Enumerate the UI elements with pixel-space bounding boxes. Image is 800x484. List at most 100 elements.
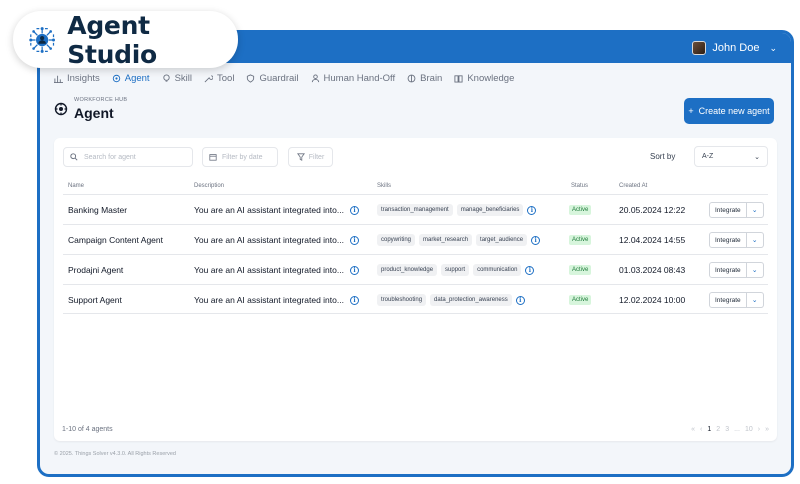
column-header-skills: Skills <box>377 183 392 189</box>
skill-chip: transaction_management <box>377 204 453 216</box>
nav-item-insights[interactable]: Insights <box>54 73 100 84</box>
integrate-button[interactable]: Integrate <box>709 292 747 308</box>
agent-icon <box>54 102 68 116</box>
brand-badge: Agent Studio <box>13 10 238 69</box>
table-toolbar: Search for agent Filter by date Filter S… <box>54 138 777 182</box>
nav-item-guardrail[interactable]: Guardrail <box>246 73 299 84</box>
info-icon[interactable]: i <box>349 205 359 215</box>
prev-page-icon[interactable]: ‹ <box>700 426 702 433</box>
page-number[interactable]: 10 <box>745 426 753 433</box>
breadcrumb: WORKFORCE HUB <box>74 97 128 103</box>
info-icon[interactable]: i <box>349 265 359 275</box>
description-text: You are an AI assistant integrated into.… <box>194 235 344 245</box>
nav-item-agent[interactable]: Agent <box>112 73 150 84</box>
user-menu[interactable]: John Doe ⌄ <box>692 41 777 55</box>
agent-description: You are an AI assistant integrated into.… <box>194 255 359 285</box>
nav-item-tool[interactable]: Tool <box>204 73 234 84</box>
status-badge: Active <box>569 265 592 275</box>
chevron-down-icon: ⌄ <box>754 153 760 161</box>
sort-value: A-Z <box>702 153 714 160</box>
nav-label: Agent <box>124 72 150 84</box>
next-page-icon[interactable]: › <box>758 426 760 433</box>
created-at: 12.04.2024 14:55 <box>619 235 686 245</box>
page-header: WORKFORCE HUB Agent <box>54 97 127 121</box>
skill-chip: data_protection_awareness <box>430 294 512 306</box>
nav-item-brain[interactable]: Brain <box>407 73 442 84</box>
status-cell: Active <box>569 225 592 255</box>
chevron-down-icon[interactable]: ⌄ <box>746 292 764 308</box>
plus-icon: + <box>688 106 694 116</box>
chevron-down-icon[interactable]: ⌄ <box>746 232 764 248</box>
page-number[interactable]: 2 <box>716 426 720 433</box>
integrate-button[interactable]: Integrate <box>709 262 747 278</box>
chevron-down-icon[interactable]: ⌄ <box>746 262 764 278</box>
status-cell: Active <box>569 285 592 315</box>
chevron-down-icon: ⌄ <box>769 42 777 53</box>
created-at: 01.03.2024 08:43 <box>619 265 686 275</box>
table-row[interactable]: Support Agent You are an AI assistant in… <box>63 284 768 314</box>
status-cell: Active <box>569 195 592 225</box>
info-icon[interactable]: i <box>525 265 535 275</box>
search-input[interactable]: Search for agent <box>63 147 193 167</box>
pagination: « ‹ 1 2 3 ... 10 › » <box>691 426 769 433</box>
table-row[interactable]: Banking Master You are an AI assistant i… <box>63 194 768 224</box>
skill-chip: copywriting <box>377 234 416 246</box>
nav-item-human-hand-off[interactable]: Human Hand-Off <box>311 72 396 84</box>
skills-list: copywriting market_research target_audie… <box>377 225 541 255</box>
agents-card: Search for agent Filter by date Filter S… <box>54 138 777 441</box>
page-number[interactable]: 3 <box>725 426 729 433</box>
info-icon[interactable]: i <box>349 295 359 305</box>
sort-select[interactable]: A-Z ⌄ <box>694 146 768 167</box>
last-page-icon[interactable]: » <box>765 426 769 433</box>
skill-chip: market_research <box>419 234 473 246</box>
avatar <box>692 41 707 55</box>
agent-description: You are an AI assistant integrated into.… <box>194 285 359 315</box>
skill-chip: support <box>441 264 470 276</box>
skill-chip: communication <box>473 264 522 276</box>
lightbulb-icon <box>162 73 170 82</box>
info-icon[interactable]: i <box>515 295 525 305</box>
status-cell: Active <box>569 255 592 285</box>
user-name: John Doe <box>712 42 760 54</box>
status-badge: Active <box>569 295 592 305</box>
nav-item-skill[interactable]: Skill <box>162 73 192 84</box>
table-row[interactable]: Prodajni Agent You are an AI assistant i… <box>63 254 768 284</box>
nav-label: Insights <box>67 72 100 84</box>
table-header: Name Description Skills Status Created A… <box>54 183 777 193</box>
column-header-created-at: Created At <box>619 183 648 189</box>
agent-studio-logo-icon <box>29 26 56 53</box>
integrate-button[interactable]: Integrate <box>709 232 747 248</box>
nav-item-knowledge[interactable]: Knowledge <box>454 73 514 84</box>
brain-icon <box>407 74 416 82</box>
integrate-split-button: Integrate ⌄ <box>709 285 764 315</box>
info-icon[interactable]: i <box>527 205 537 215</box>
nav-label: Human Hand-Off <box>323 72 396 84</box>
nav-label: Brain <box>420 72 443 84</box>
search-placeholder: Search for agent <box>84 153 136 161</box>
calendar-icon <box>209 154 217 161</box>
date-filter-input[interactable]: Filter by date <box>202 147 278 167</box>
brand-name: Agent Studio <box>67 10 157 69</box>
wrench-icon <box>204 74 213 82</box>
info-icon[interactable]: i <box>531 235 541 245</box>
column-header-name: Name <box>68 183 85 189</box>
integrate-button[interactable]: Integrate <box>709 202 747 218</box>
agent-name: Support Agent <box>68 295 122 305</box>
first-page-icon[interactable]: « <box>691 426 695 433</box>
filter-icon <box>296 153 305 161</box>
page-ellipsis: ... <box>734 426 740 433</box>
column-header-status: Status <box>571 183 589 189</box>
sort-by-label: Sort by <box>650 152 676 161</box>
book-icon <box>454 74 463 83</box>
table-row[interactable]: Campaign Content Agent You are an AI ass… <box>63 224 768 254</box>
agent-icon <box>112 74 120 82</box>
column-header-description: Description <box>194 183 225 189</box>
description-text: You are an AI assistant integrated into.… <box>194 205 344 215</box>
info-icon[interactable]: i <box>349 235 359 245</box>
page-number[interactable]: 1 <box>707 426 711 433</box>
create-new-agent-button[interactable]: + Create new agent <box>684 98 774 124</box>
create-button-label: Create new agent <box>698 106 770 116</box>
chevron-down-icon[interactable]: ⌄ <box>746 202 764 218</box>
filter-button[interactable]: Filter <box>288 147 333 167</box>
agent-description: You are an AI assistant integrated into.… <box>194 195 359 225</box>
